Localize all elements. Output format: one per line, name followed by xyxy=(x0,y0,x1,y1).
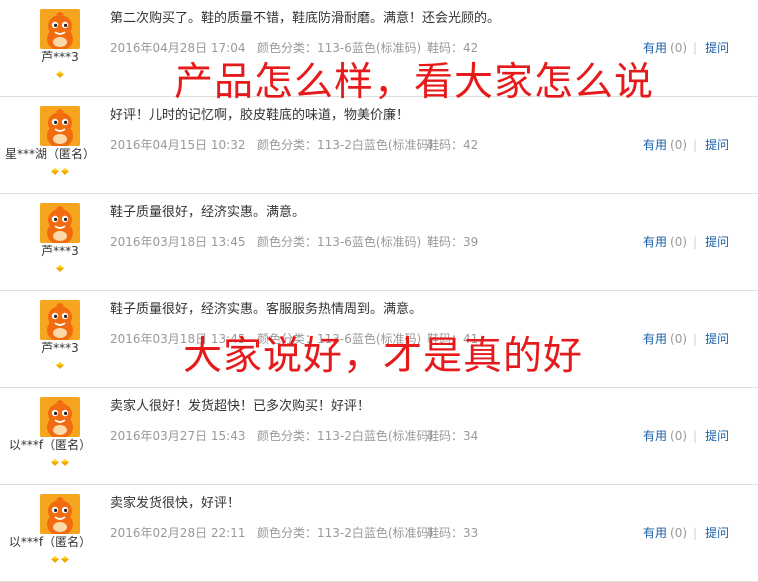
review-text: 第二次购买了。鞋的质量不错，鞋底防滑耐磨。满意！还会光顾的。 xyxy=(110,11,501,26)
useful-count: (0) xyxy=(670,429,688,443)
review-meta: 2016年04月15日 10:32 颜色分类：113-2白蓝色(标准码) 鞋码：42 xyxy=(110,138,478,152)
buyer-level-badges xyxy=(0,165,120,175)
buyer-level-diamond-icon xyxy=(61,168,69,175)
review-date: 2016年03月18日 13:45 xyxy=(110,235,246,249)
review-date: 2016年03月27日 15:43 xyxy=(110,429,246,443)
divider: | xyxy=(693,235,698,249)
review-actions: 有用 (0) | 提问 xyxy=(643,332,729,346)
reviewer-name: 以***f（匿名） xyxy=(8,438,92,452)
buyer-level-badges xyxy=(0,359,120,369)
avatar[interactable] xyxy=(40,494,80,534)
buyer-level-diamond-icon xyxy=(61,459,69,466)
reviewer-name: 芦***3 xyxy=(41,244,79,258)
buyer-level-diamond-icon xyxy=(51,168,59,175)
size-info: 鞋码：42 xyxy=(427,138,479,152)
size-info: 鞋码：41 xyxy=(427,332,479,346)
sku-info: 颜色分类：113-2白蓝色(标准码) xyxy=(257,138,434,152)
useful-button[interactable]: 有用 xyxy=(643,526,667,540)
ask-question-link[interactable]: 提问 xyxy=(705,235,729,249)
useful-button[interactable]: 有用 xyxy=(643,429,667,443)
useful-count: (0) xyxy=(670,41,688,55)
buyer-level-diamond-icon xyxy=(51,556,59,563)
reviewer-name: 芦***3 xyxy=(41,50,79,64)
review-item: 以***f（匿名） 卖家人很好！发货超快！已多次购买！好评！ 2016年03月27日… xyxy=(0,388,758,485)
buyer-level-badges xyxy=(0,553,120,563)
size-info: 鞋码：42 xyxy=(427,41,479,55)
sku-info: 颜色分类：113-6蓝色(标准码) xyxy=(257,235,422,249)
review-item: 芦***3 鞋子质量很好，经济实惠。满意。 2016年03月18日 13:45 颜色分… xyxy=(0,194,758,291)
review-actions: 有用 (0) | 提问 xyxy=(643,41,729,55)
useful-count: (0) xyxy=(670,526,688,540)
avatar[interactable] xyxy=(40,300,80,340)
useful-button[interactable]: 有用 xyxy=(643,138,667,152)
size-info: 鞋码：34 xyxy=(427,429,479,443)
sku-info: 颜色分类：113-6蓝色(标准码) xyxy=(257,332,422,346)
divider: | xyxy=(693,138,698,152)
review-meta: 2016年03月27日 15:43 颜色分类：113-2白蓝色(标准码) 鞋码：34 xyxy=(110,429,478,443)
ask-question-link[interactable]: 提问 xyxy=(705,138,729,152)
divider: | xyxy=(693,526,698,540)
buyer-level-badges xyxy=(0,456,120,466)
buyer-level-diamond-icon xyxy=(61,556,69,563)
useful-button[interactable]: 有用 xyxy=(643,41,667,55)
review-item: 芦***3 鞋子质量很好，经济实惠。客服服务热情周到。满意。 2016年03月18日… xyxy=(0,291,758,388)
review-text: 好评！儿时的记忆啊，胶皮鞋底的味道，物美价廉！ xyxy=(110,108,410,123)
review-meta: 2016年03月18日 13:45 颜色分类：113-6蓝色(标准码) 鞋码：39 xyxy=(110,235,478,249)
reviewer-name: 芦***3 xyxy=(41,341,79,355)
sku-info: 颜色分类：113-6蓝色(标准码) xyxy=(257,41,422,55)
divider: | xyxy=(693,429,698,443)
review-actions: 有用 (0) | 提问 xyxy=(643,235,729,249)
useful-button[interactable]: 有用 xyxy=(643,332,667,346)
ask-question-link[interactable]: 提问 xyxy=(705,41,729,55)
review-date: 2016年04月28日 17:04 xyxy=(110,41,246,55)
avatar[interactable] xyxy=(40,106,80,146)
review-actions: 有用 (0) | 提问 xyxy=(643,526,729,540)
review-date: 2016年03月18日 13:45 xyxy=(110,332,246,346)
useful-count: (0) xyxy=(670,332,688,346)
review-item: 以***f（匿名） 卖家发货很快，好评！ 2016年02月28日 22:11 颜色分类… xyxy=(0,485,758,582)
review-text: 卖家发货很快，好评！ xyxy=(110,496,241,511)
buyer-level-diamond-icon xyxy=(56,71,64,78)
reviewer-name: 以***f（匿名） xyxy=(8,535,92,549)
size-info: 鞋码：39 xyxy=(427,235,479,249)
buyer-level-diamond-icon xyxy=(56,265,64,272)
divider: | xyxy=(693,332,698,346)
useful-count: (0) xyxy=(670,138,688,152)
review-meta: 2016年04月28日 17:04 颜色分类：113-6蓝色(标准码) 鞋码：42 xyxy=(110,41,478,55)
divider: | xyxy=(693,41,698,55)
useful-count: (0) xyxy=(670,235,688,249)
buyer-level-badges xyxy=(0,262,120,272)
review-date: 2016年04月15日 10:32 xyxy=(110,138,246,152)
avatar[interactable] xyxy=(40,203,80,243)
ask-question-link[interactable]: 提问 xyxy=(705,526,729,540)
buyer-level-badges xyxy=(0,68,120,78)
review-meta: 2016年03月18日 13:45 颜色分类：113-6蓝色(标准码) 鞋码：41 xyxy=(110,332,478,346)
ask-question-link[interactable]: 提问 xyxy=(705,429,729,443)
reviewer-name: 星***湖（匿名） xyxy=(4,147,95,161)
avatar[interactable] xyxy=(40,9,80,49)
sku-info: 颜色分类：113-2白蓝色(标准码) xyxy=(257,526,434,540)
review-meta: 2016年02月28日 22:11 颜色分类：113-2白蓝色(标准码) 鞋码：33 xyxy=(110,526,478,540)
review-actions: 有用 (0) | 提问 xyxy=(643,429,729,443)
buyer-level-diamond-icon xyxy=(56,362,64,369)
review-text: 鞋子质量很好，经济实惠。客服服务热情周到。满意。 xyxy=(110,302,423,317)
review-actions: 有用 (0) | 提问 xyxy=(643,138,729,152)
avatar[interactable] xyxy=(40,397,80,437)
review-item: 芦***3 第二次购买了。鞋的质量不错，鞋底防滑耐磨。满意！还会光顾的。 2016年… xyxy=(0,0,758,97)
ask-question-link[interactable]: 提问 xyxy=(705,332,729,346)
review-text: 鞋子质量很好，经济实惠。满意。 xyxy=(110,205,306,220)
useful-button[interactable]: 有用 xyxy=(643,235,667,249)
size-info: 鞋码：33 xyxy=(427,526,479,540)
buyer-level-diamond-icon xyxy=(51,459,59,466)
review-item: 星***湖（匿名） 好评！儿时的记忆啊，胶皮鞋底的味道，物美价廉！ 2016年04月… xyxy=(0,97,758,194)
sku-info: 颜色分类：113-2白蓝色(标准码) xyxy=(257,429,434,443)
review-date: 2016年02月28日 22:11 xyxy=(110,526,246,540)
review-text: 卖家人很好！发货超快！已多次购买！好评！ xyxy=(110,399,371,414)
